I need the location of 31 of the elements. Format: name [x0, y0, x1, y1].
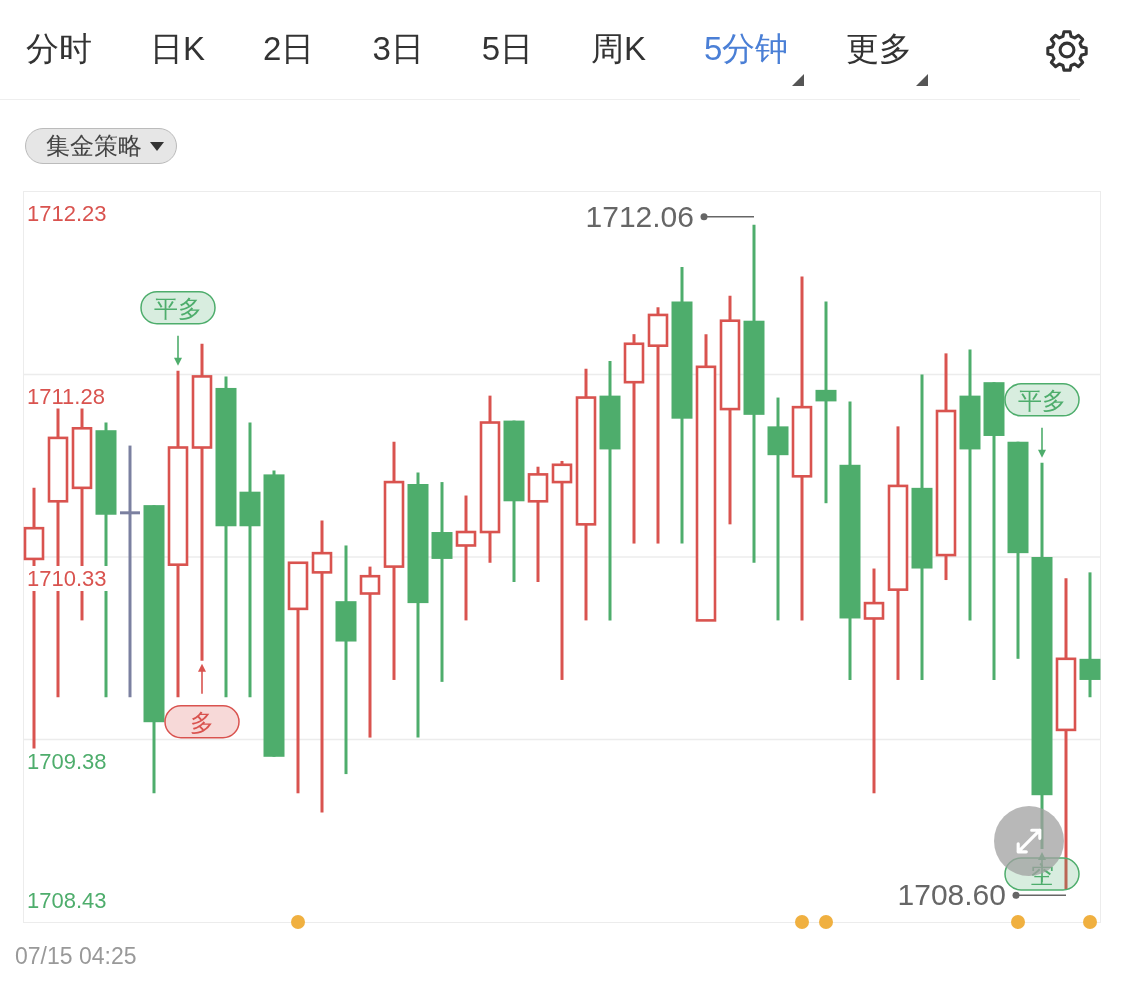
price-axis-label: 1709.38: [27, 748, 107, 774]
event-dot: [291, 915, 305, 929]
period-tab[interactable]: 日K: [146, 23, 209, 76]
price-axis-label: 1711.28: [27, 383, 105, 409]
leader-line: [1012, 891, 1067, 899]
caret-icon: [150, 141, 164, 151]
signal-arrow: [1038, 427, 1046, 458]
period-tab[interactable]: 更多: [842, 23, 929, 86]
price-annotation: 1708.60: [897, 878, 1006, 912]
strategy-dropdown[interactable]: 集金策略: [25, 128, 177, 164]
event-dot: [819, 915, 833, 929]
period-tab[interactable]: 分时: [22, 23, 96, 76]
signal-tag: 多: [164, 705, 240, 739]
signal-tag: 平多: [1004, 383, 1080, 417]
period-tab[interactable]: 周K: [587, 23, 651, 76]
price-axis-label: 1710.33: [27, 566, 107, 591]
period-tab[interactable]: 5分钟: [700, 23, 805, 86]
period-tab[interactable]: 3日: [368, 23, 428, 76]
leader-line: [700, 213, 755, 221]
signal-arrow: [198, 663, 206, 695]
signal-arrow: [174, 334, 182, 366]
price-annotation: 1712.06: [585, 199, 694, 233]
signal-tag: 平多: [140, 290, 216, 325]
period-tab[interactable]: 5日: [477, 23, 538, 76]
period-tab[interactable]: 2日: [259, 23, 319, 76]
price-axis-label: 1708.43: [27, 888, 107, 913]
event-dot: [1011, 915, 1025, 929]
event-dot: [1083, 915, 1097, 929]
timestamp: 07/15 04:25: [15, 943, 137, 970]
event-dot: [795, 915, 809, 929]
price-axis-label: 1712.23: [27, 201, 107, 226]
